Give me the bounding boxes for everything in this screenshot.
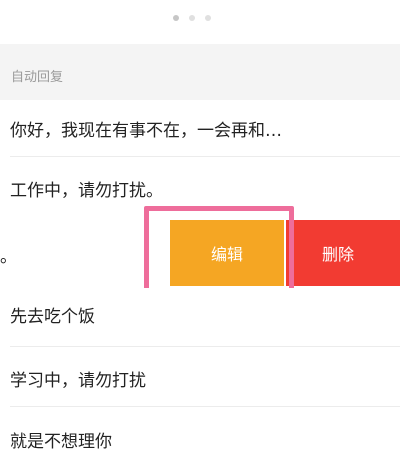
reply-item[interactable]: 先去吃个饭 [0,288,400,344]
edit-button[interactable]: 编辑 [170,220,284,286]
reply-item[interactable]: 学习中，请勿打扰 [0,347,400,405]
delete-label: 删除 [322,245,355,264]
reply-item[interactable]: 工作中，请勿打扰。 [0,157,400,210]
reply-text: 。 [0,247,17,267]
section-title: 自动回复 [11,70,64,85]
page-dot-1[interactable] [173,15,179,21]
page-dot-2[interactable] [189,15,195,21]
reply-item-swiped[interactable]: 。 编辑 删除 [0,220,400,286]
reply-text: 学习中，请勿打扰 [10,371,146,391]
delete-button[interactable]: 删除 [286,220,400,286]
page-indicator [0,15,400,23]
reply-item[interactable]: 你好，我现在有事不在，一会再和… [0,100,400,156]
reply-text: 你好，我现在有事不在，一会再和… [10,121,282,141]
reply-item[interactable]: 就是不想理你 [0,407,400,467]
reply-text: 就是不想理你 [10,432,112,452]
reply-text: 先去吃个饭 [10,307,95,327]
page-dot-3[interactable] [205,15,211,21]
edit-label: 编辑 [210,245,243,264]
section-header: 自动回复 [0,44,400,100]
carousel-area [0,0,400,44]
reply-text: 工作中，请勿打扰。 [10,181,163,201]
